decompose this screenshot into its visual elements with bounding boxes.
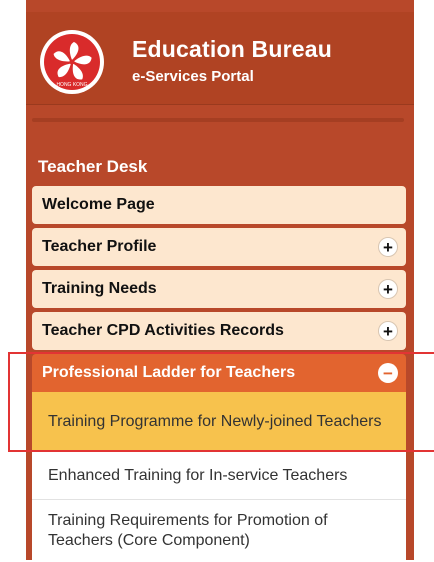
- menu-item-welcome-page[interactable]: Welcome Page: [32, 186, 406, 224]
- menu-item-label: Welcome Page: [42, 196, 155, 213]
- menu-item-training-needs[interactable]: Training Needs +: [32, 270, 406, 308]
- submenu-item-label: Training Programme for Newly-joined Teac…: [48, 412, 382, 430]
- portal-title[interactable]: Education Bureau: [132, 36, 332, 63]
- submenu-item-training-programme-newly-joined[interactable]: Training Programme for Newly-joined Teac…: [32, 392, 406, 452]
- menu-item-label: Training Needs: [42, 280, 157, 297]
- portal-header: HONG KONG Education Bureau e-Services Po…: [26, 12, 414, 105]
- submenu-item-training-requirements-promotion[interactable]: Training Requirements for Promotion of T…: [32, 500, 406, 562]
- submenu-item-label: Enhanced Training for In-service Teacher…: [48, 466, 348, 484]
- menu-item-label: Teacher Profile: [42, 238, 157, 255]
- logo-text: HONG KONG: [56, 82, 87, 88]
- portal-subtitle: e-Services Portal: [132, 68, 254, 85]
- section-title-teacher-desk: Teacher Desk: [38, 157, 148, 176]
- teacher-desk-menu: Welcome Page Teacher Profile + Training …: [32, 186, 406, 562]
- collapse-minus-icon[interactable]: −: [378, 363, 398, 383]
- menu-item-professional-ladder-for-teachers[interactable]: Professional Ladder for Teachers −: [32, 354, 406, 392]
- expand-plus-icon[interactable]: +: [378, 321, 398, 341]
- submenu-item-label: Training Requirements for Promotion of T…: [48, 512, 328, 549]
- side-navigation-panel: HONG KONG Education Bureau e-Services Po…: [26, 0, 414, 562]
- expand-plus-icon[interactable]: +: [378, 237, 398, 257]
- submenu-item-enhanced-training-in-service[interactable]: Enhanced Training for In-service Teacher…: [32, 452, 406, 500]
- menu-item-teacher-cpd-activities-records[interactable]: Teacher CPD Activities Records +: [32, 312, 406, 350]
- menu-item-label: Professional Ladder for Teachers: [42, 364, 296, 381]
- header-divider: [32, 118, 404, 122]
- expand-plus-icon[interactable]: +: [378, 279, 398, 299]
- menu-item-label: Teacher CPD Activities Records: [42, 322, 284, 339]
- hong-kong-emblem-logo[interactable]: HONG KONG: [40, 30, 104, 94]
- bauhinia-icon: HONG KONG: [44, 34, 100, 90]
- menu-item-teacher-profile[interactable]: Teacher Profile +: [32, 228, 406, 266]
